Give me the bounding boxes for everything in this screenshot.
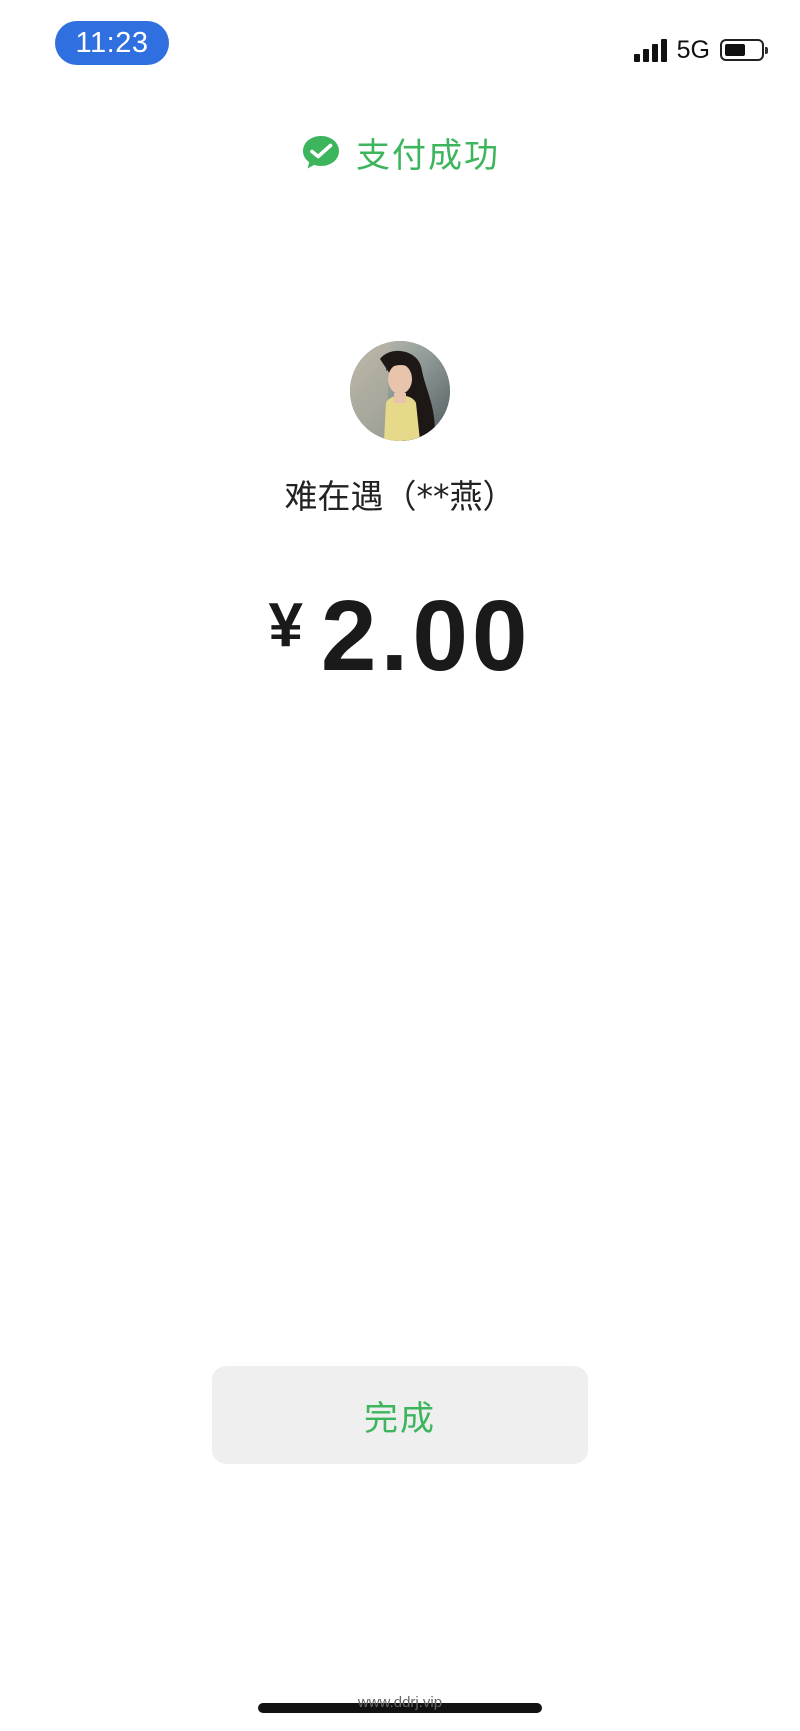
payment-success-title: 支付成功 — [356, 136, 500, 176]
watermark-text: www.ddrj.vip — [357, 1694, 443, 1711]
payment-amount: ¥ 2.00 — [0, 582, 800, 690]
network-type: 5G — [676, 36, 710, 64]
done-button-label: 完成 — [364, 1398, 436, 1439]
payee-avatar — [350, 341, 450, 441]
amount-value: 2.00 — [320, 580, 532, 692]
payee-name: 难在遇（**燕） — [284, 477, 516, 516]
payment-success-header: 支付成功 — [0, 128, 800, 177]
done-button[interactable]: 完成 — [212, 1366, 588, 1464]
battery-icon — [720, 39, 768, 61]
status-time: 11:23 — [55, 21, 169, 65]
signal-bars-icon — [633, 38, 667, 62]
currency-symbol: ¥ — [268, 591, 303, 660]
status-indicators: 5G — [633, 36, 768, 64]
avatar-photo — [350, 341, 450, 441]
wechat-pay-icon — [303, 135, 339, 168]
